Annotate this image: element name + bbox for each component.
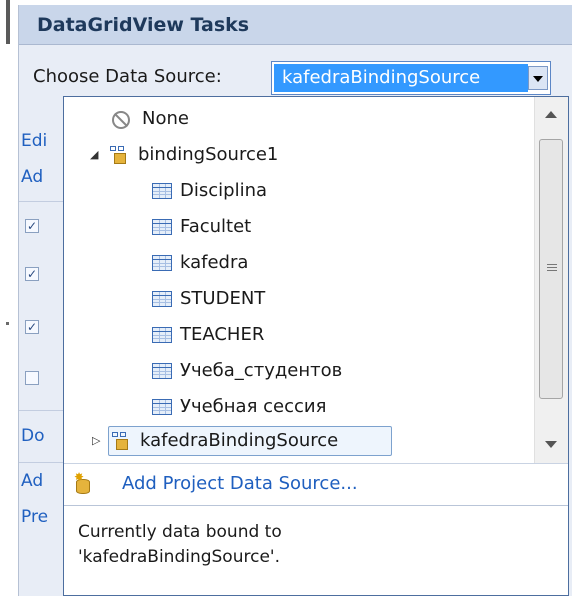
tree-item-table[interactable]: Учебная сессия xyxy=(64,391,524,423)
binding-status-line: Currently data bound to xyxy=(78,522,282,542)
window-edge xyxy=(6,0,10,44)
tree-item-none[interactable]: None xyxy=(64,103,524,135)
tree-item-table[interactable]: Facultet xyxy=(64,211,524,243)
expanded-triangle-icon[interactable]: ◢ xyxy=(90,139,98,171)
table-icon xyxy=(152,291,172,307)
scrollbar-thumb[interactable] xyxy=(539,139,563,399)
table-icon xyxy=(152,255,172,271)
binding-source-icon xyxy=(110,146,128,164)
add-project-data-source-link[interactable]: Add Project Data Source... xyxy=(122,473,358,494)
tree-item-table[interactable]: TEACHER xyxy=(64,319,524,351)
choose-data-source-label: Choose Data Source: xyxy=(33,66,222,87)
data-source-selected-value[interactable]: kafedraBindingSource xyxy=(274,64,528,92)
collapsed-triangle-icon[interactable]: ▷ xyxy=(92,425,100,457)
tree-item-table[interactable]: Disciplina xyxy=(64,175,524,207)
binding-source-icon xyxy=(112,432,130,450)
add-column-link[interactable]: Ad xyxy=(21,167,43,187)
table-icon xyxy=(152,363,172,379)
tree-item-label: kafedra xyxy=(180,252,249,273)
add-project-data-source-row[interactable]: ✸ Add Project Data Source... xyxy=(64,463,568,505)
tree-item-kafedrabindingsource[interactable]: ▷ kafedraBindingSource xyxy=(64,425,524,457)
enable-adding-checkbox[interactable]: ✓ xyxy=(25,219,39,233)
tree-item-label: Facultet xyxy=(180,216,252,237)
preview-data-link[interactable]: Pre xyxy=(21,507,48,527)
scroll-up-arrow-icon[interactable] xyxy=(545,111,557,118)
tree-item-label: None xyxy=(142,108,189,129)
tree-item-table[interactable]: Учеба_студентов xyxy=(64,355,524,387)
vertical-scrollbar[interactable] xyxy=(534,97,568,463)
window-edge-mark xyxy=(6,322,9,325)
table-icon xyxy=(152,183,172,199)
tree-item-label: bindingSource1 xyxy=(138,144,279,165)
tree-item-label: kafedraBindingSource xyxy=(140,430,339,451)
binding-status: Currently data bound to 'kafedraBindingS… xyxy=(64,505,568,595)
table-icon xyxy=(152,327,172,343)
enable-editing-checkbox[interactable]: ✓ xyxy=(25,267,39,281)
edit-columns-link[interactable]: Edi xyxy=(21,131,47,151)
table-icon xyxy=(152,399,172,415)
panel-title: DataGridView Tasks xyxy=(19,5,572,45)
grip-icon xyxy=(547,264,557,272)
tree-item-table[interactable]: kafedra xyxy=(64,247,524,279)
dock-link[interactable]: Do xyxy=(21,426,45,446)
data-source-combobox[interactable]: kafedraBindingSource xyxy=(271,61,551,95)
tree-item-label: Учеба_студентов xyxy=(180,360,343,381)
divider xyxy=(19,201,69,202)
enable-column-reordering-checkbox[interactable] xyxy=(25,371,39,385)
divider xyxy=(19,462,69,463)
add-database-icon: ✸ xyxy=(74,470,92,494)
tree-item-label: TEACHER xyxy=(180,324,265,345)
binding-status-line: 'kafedraBindingSource'. xyxy=(78,547,280,567)
table-icon xyxy=(152,219,172,235)
tree-item-table[interactable]: STUDENT xyxy=(64,283,524,315)
add-query-link[interactable]: Ad xyxy=(21,471,43,491)
none-icon xyxy=(112,111,130,129)
chevron-down-icon[interactable] xyxy=(528,66,548,90)
data-source-dropdown: None ◢ bindingSource1 Disciplina Faculte… xyxy=(63,96,569,596)
tree-item-bindingsource1[interactable]: ◢ bindingSource1 xyxy=(64,139,524,171)
divider xyxy=(19,410,69,411)
enable-deleting-checkbox[interactable]: ✓ xyxy=(25,320,39,334)
scroll-down-arrow-icon[interactable] xyxy=(545,441,557,448)
tree-item-label: STUDENT xyxy=(180,288,266,309)
tree-item-label: Учебная сессия xyxy=(180,396,327,417)
tree-item-label: Disciplina xyxy=(180,180,268,201)
data-source-tree: None ◢ bindingSource1 Disciplina Faculte… xyxy=(64,97,534,463)
